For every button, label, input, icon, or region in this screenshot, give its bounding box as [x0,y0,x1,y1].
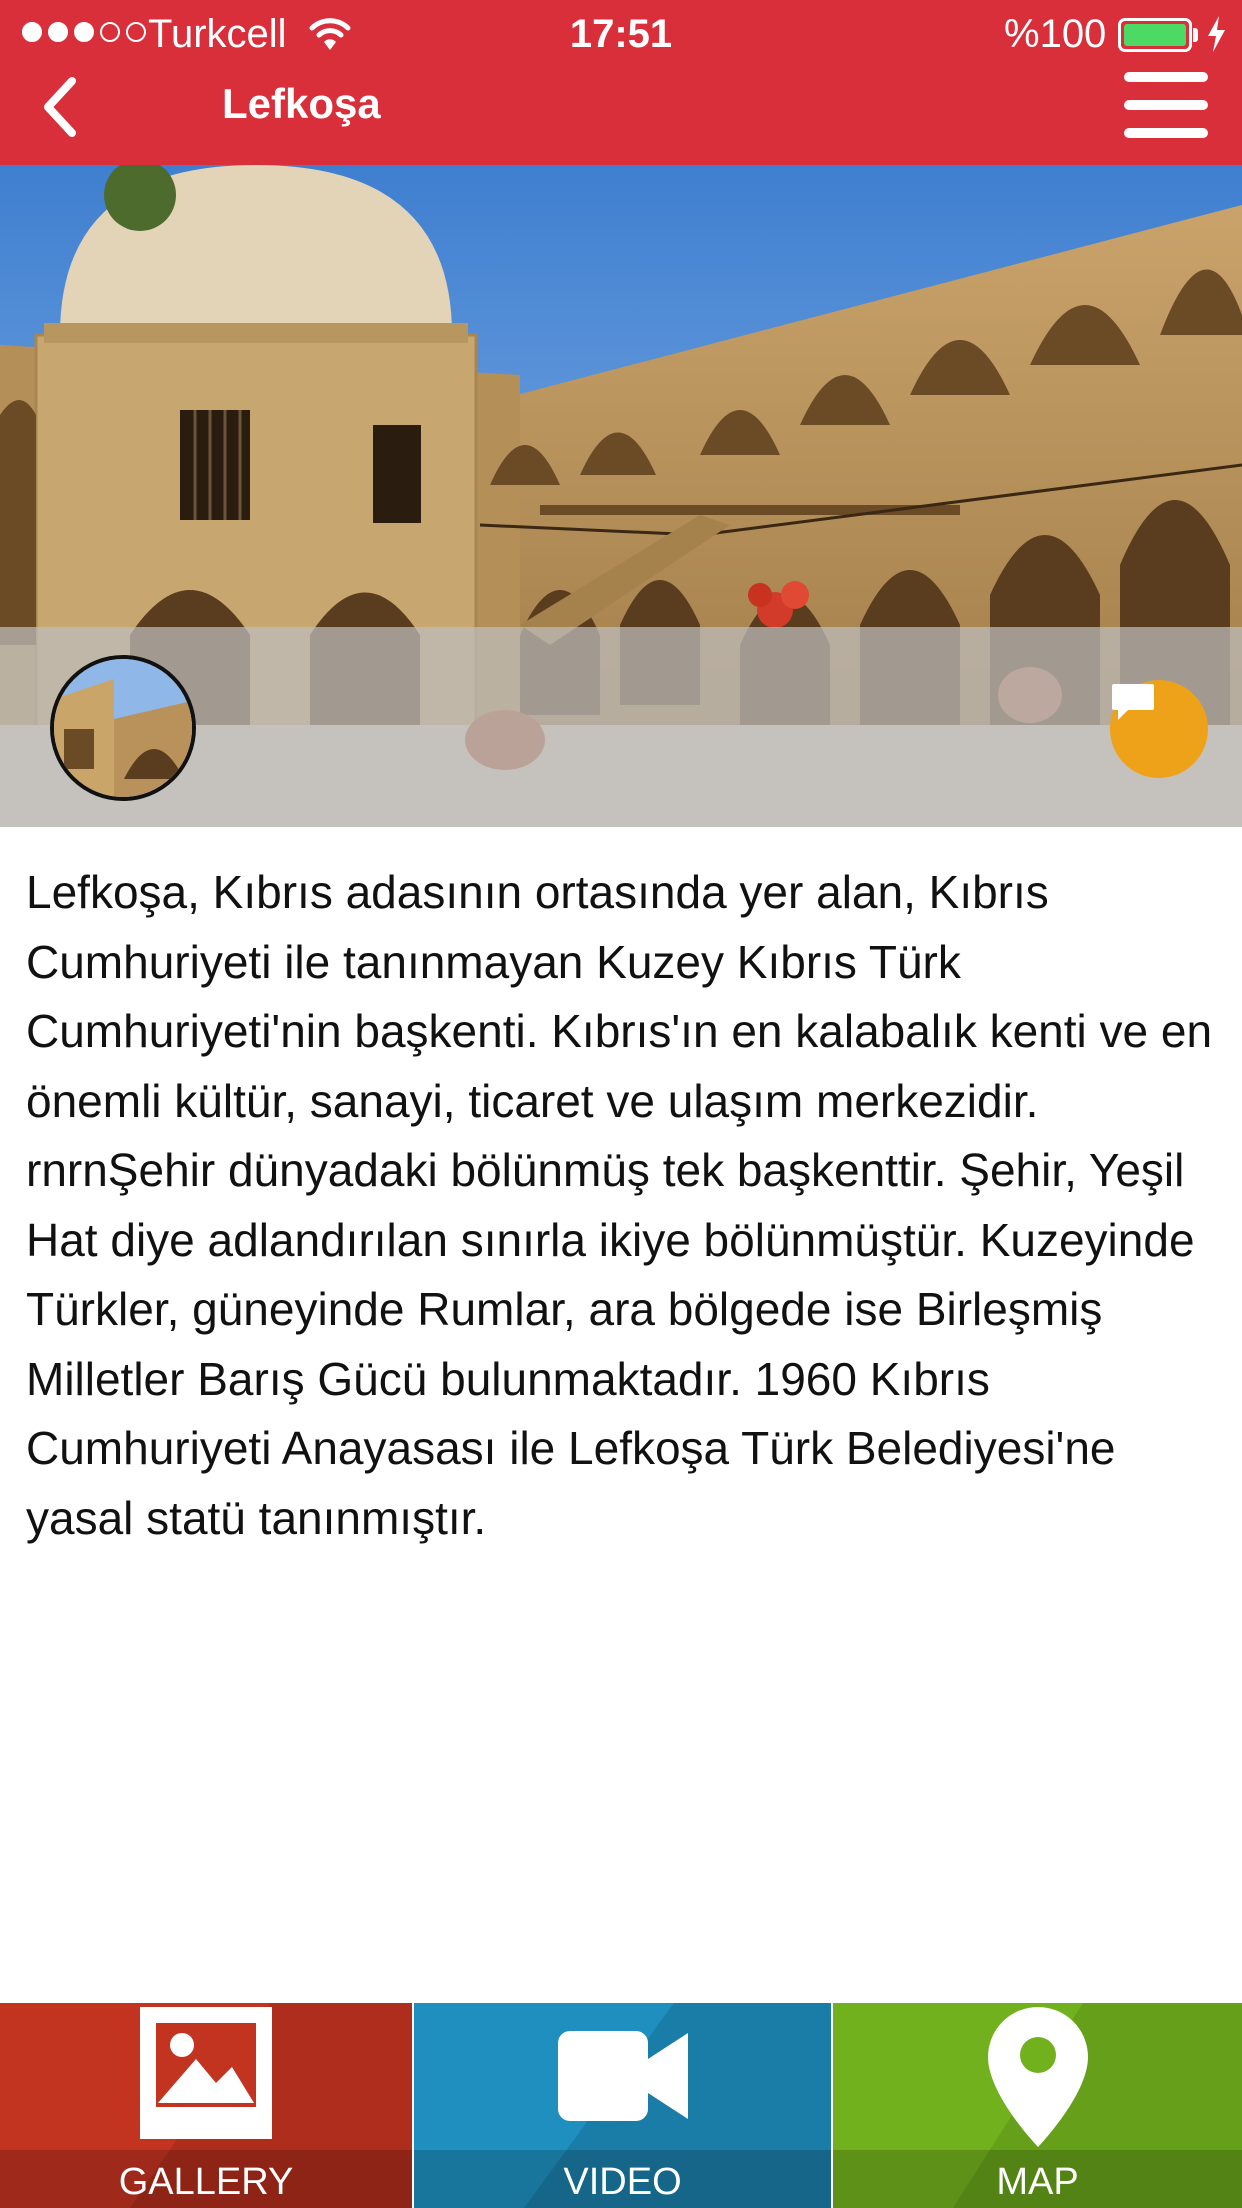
chat-bubble-icon [1112,684,1154,720]
chevron-left-icon [44,77,76,137]
battery-percent: %100 [1004,12,1107,56]
map-pin-icon [987,2007,1088,2147]
article-text: Lefkoşa, Kıbrıs adasının ortasında yer a… [26,866,1213,1544]
tab-gallery[interactable]: GALLERY [0,2003,412,2208]
bottom-tab-bar: GALLERY VIDEO MAP [0,2003,1242,2208]
hamburger-menu-icon-bar [1124,100,1208,110]
status-bar: Turkcell 17:51 %100 [0,0,1242,66]
page-title: Lefkoşa [222,80,381,127]
thumbnail-avatar[interactable] [50,655,196,801]
battery-icon [1118,18,1192,52]
image-icon [140,2007,272,2139]
battery-tip [1193,28,1198,42]
menu-button[interactable] [1120,70,1212,140]
tab-map[interactable]: MAP [833,2003,1242,2208]
tab-gallery-label: GALLERY [118,2161,294,2203]
battery-fill [1124,24,1186,46]
comment-button[interactable] [1110,680,1208,778]
thumbnail-image [54,659,192,797]
tab-video-label: VIDEO [563,2161,682,2203]
tab-video[interactable]: VIDEO [414,2003,831,2208]
back-button[interactable] [30,72,90,142]
top-bar: Turkcell 17:51 %100 Lefkoşa [0,0,1242,165]
charging-bolt-icon [1208,16,1225,52]
tab-map-label: MAP [996,2161,1079,2203]
video-camera-icon [557,2031,688,2121]
hamburger-menu-icon-bar [1124,128,1208,138]
hamburger-menu-icon [1124,72,1208,82]
hero-image [0,165,1242,827]
